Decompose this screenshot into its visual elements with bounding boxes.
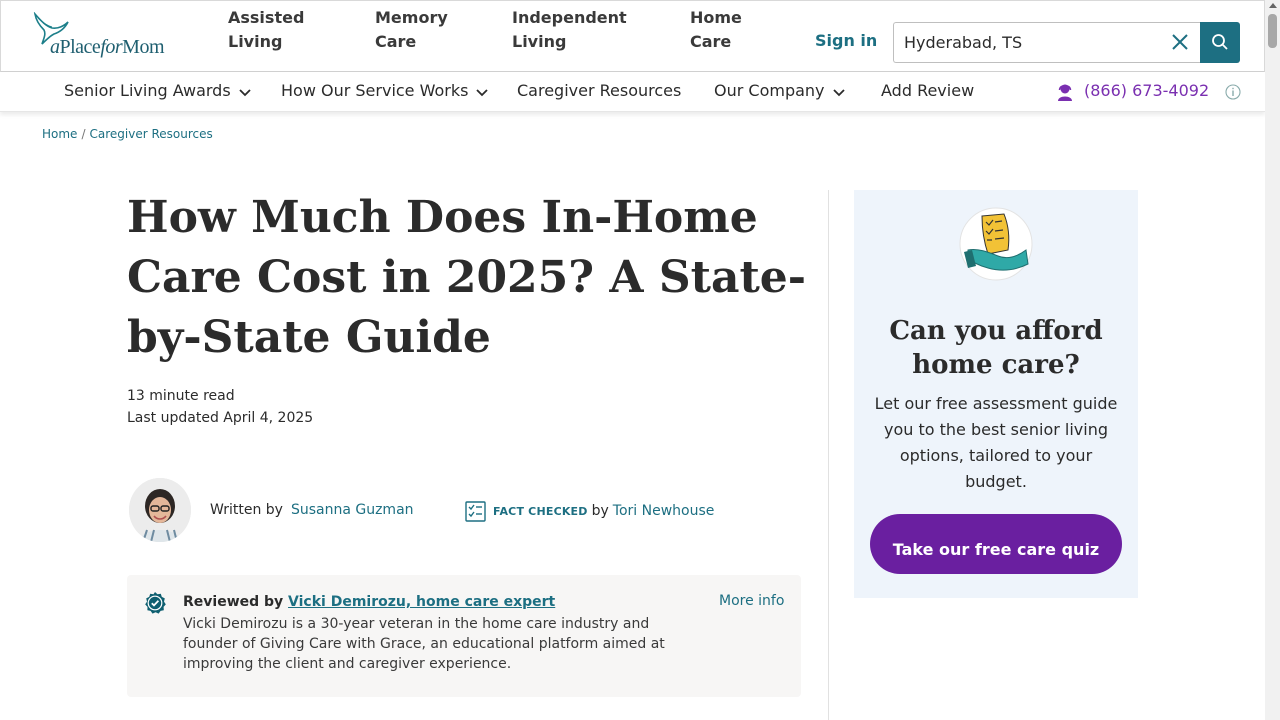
subnav-senior-living-awards[interactable]: Senior Living Awards <box>64 81 251 100</box>
fact-checked-label: FACT CHECKED <box>493 505 588 518</box>
location-search-input[interactable] <box>904 33 1164 52</box>
affordability-text: Let our free assessment guide you to the… <box>874 394 1118 491</box>
fact-checked-icon <box>465 501 486 522</box>
breadcrumb-separator: / <box>81 127 86 141</box>
author-byline: Written by Susanna Guzman <box>210 502 414 518</box>
logo-wordmark: aPlaceforMom <box>50 36 164 58</box>
subnav-how-our-service-works[interactable]: How Our Service Works <box>281 81 489 100</box>
info-icon[interactable] <box>1225 84 1241 100</box>
read-time: 13 minute read <box>127 388 235 404</box>
sign-in-link[interactable]: Sign in <box>815 31 877 50</box>
take-care-quiz-button[interactable]: Take our free care quiz <box>870 514 1122 574</box>
author-avatar <box>129 478 191 542</box>
chevron-down-icon <box>476 88 489 96</box>
checklist-illustration-icon <box>959 207 1033 281</box>
last-updated: Last updated April 4, 2025 <box>127 410 314 426</box>
search-button[interactable] <box>1200 22 1240 63</box>
subnav-caregiver-resources[interactable]: Caregiver Resources <box>517 81 681 100</box>
breadcrumb: Home / Caregiver Resources <box>42 127 213 141</box>
chevron-down-icon <box>239 88 251 96</box>
column-divider <box>828 190 829 720</box>
search-icon <box>1212 34 1228 50</box>
author-link[interactable]: Susanna Guzman <box>291 502 414 518</box>
more-info-link[interactable]: More info <box>719 593 784 609</box>
scrollbar-thumb[interactable] <box>1268 14 1277 48</box>
reviewer-bio: Vicki Demirozu is a 30-year veteran in t… <box>183 616 665 672</box>
reviewer-link[interactable]: Vicki Demirozu, home care expert <box>288 594 555 610</box>
fact-checker-link[interactable]: Tori Newhouse <box>613 503 715 519</box>
phone-number-link[interactable]: (866) 673-4092 <box>1084 81 1209 100</box>
agent-headset-icon <box>1058 84 1072 101</box>
nav-home-care[interactable]: Home Care <box>690 6 742 54</box>
clear-search-icon[interactable] <box>1170 32 1190 52</box>
affordability-title: Can you afford home care? <box>889 316 1103 380</box>
article-title: How Much Does In-Home Care Cost in 2025?… <box>127 192 807 363</box>
nav-assisted-living[interactable]: Assisted Living <box>228 6 304 54</box>
reviewed-by-heading: Reviewed by Vicki Demirozu, home care ex… <box>183 594 556 610</box>
subnav-our-company[interactable]: Our Company <box>714 81 845 100</box>
chevron-down-icon <box>832 88 845 96</box>
nav-independent-living[interactable]: Independent Living <box>512 6 627 54</box>
author-photo <box>129 478 191 542</box>
scroll-up-arrow-icon[interactable] <box>1269 3 1277 8</box>
subnav-add-review[interactable]: Add Review <box>881 81 974 100</box>
fact-check-byline: FACT CHECKED by Tori Newhouse <box>493 503 715 519</box>
verified-badge-icon <box>145 592 166 614</box>
breadcrumb-caregiver-resources[interactable]: Caregiver Resources <box>89 127 212 141</box>
nav-memory-care[interactable]: Memory Care <box>375 6 448 54</box>
breadcrumb-home[interactable]: Home <box>42 127 77 141</box>
location-search-box <box>893 22 1201 63</box>
page-scrollbar[interactable] <box>1265 0 1280 720</box>
site-logo[interactable]: aPlaceforMom <box>32 12 192 62</box>
